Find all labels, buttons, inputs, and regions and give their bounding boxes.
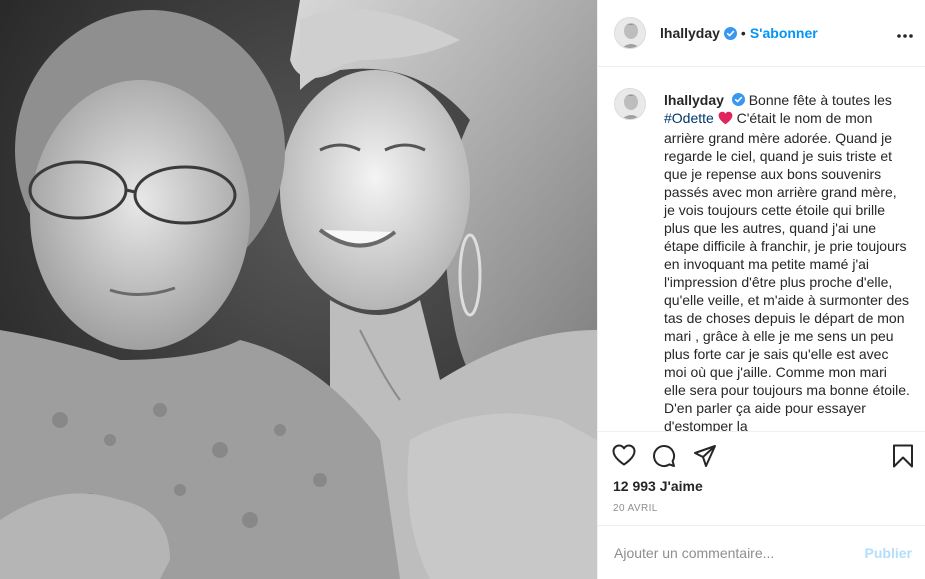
username-link[interactable]: lhallyday xyxy=(660,25,720,41)
caption-username-link[interactable]: lhallyday xyxy=(664,92,724,108)
publish-button[interactable]: Publier xyxy=(865,545,912,561)
likes-count[interactable]: 12 993 J'aime xyxy=(613,478,703,494)
post-date[interactable]: 20 AVRIL xyxy=(613,503,658,514)
caption-body: C'était le nom de mon arrière grand mère… xyxy=(664,110,910,431)
heart-icon[interactable] xyxy=(612,444,636,471)
post-photo[interactable] xyxy=(0,0,597,579)
caption-text: lhallyday Bonne fête à toutes les #Odett… xyxy=(664,88,910,431)
caption-section: lhallyday Bonne fête à toutes les #Odett… xyxy=(598,68,925,431)
red-heart-emoji-icon xyxy=(718,111,733,129)
more-options-icon[interactable] xyxy=(896,22,914,45)
separator-dot: • xyxy=(740,25,746,41)
caption-avatar-image xyxy=(615,89,645,119)
share-icon[interactable] xyxy=(693,444,717,473)
hashtag-link[interactable]: #Odette xyxy=(664,110,714,126)
post-header: lhallyday • S'abonner xyxy=(598,0,925,67)
action-bar xyxy=(598,431,925,483)
verified-badge-icon xyxy=(723,26,737,40)
photo-image xyxy=(0,0,597,579)
comment-bar: Publier xyxy=(598,525,925,579)
caption-verified-badge-icon xyxy=(731,93,745,106)
caption-avatar[interactable] xyxy=(614,88,646,120)
follow-button[interactable]: S'abonner xyxy=(750,25,818,41)
avatar[interactable] xyxy=(614,17,646,49)
avatar-image xyxy=(615,18,645,48)
post-details-panel: lhallyday • S'abonner lhallyday Bonne fê… xyxy=(597,0,925,579)
comment-icon[interactable] xyxy=(652,444,676,473)
bookmark-icon[interactable] xyxy=(892,444,914,473)
caption-body-start: Bonne fête à toutes les xyxy=(748,92,892,108)
comment-input[interactable] xyxy=(614,544,857,561)
